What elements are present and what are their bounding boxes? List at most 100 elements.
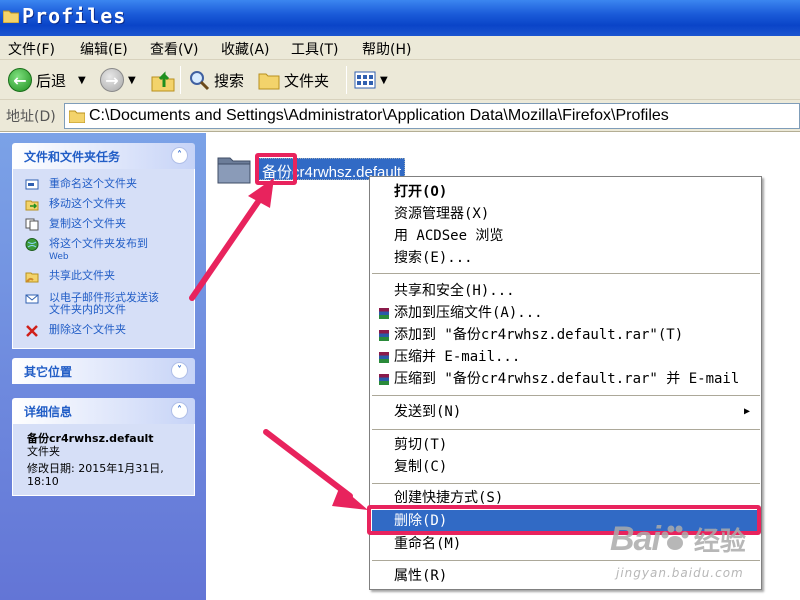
task-copy-folder[interactable]: 复制这个文件夹 xyxy=(13,215,194,235)
menu-compress-email[interactable]: 压缩并 E-mail... xyxy=(372,346,760,368)
folders-icon xyxy=(258,73,280,90)
back-label: 后退 xyxy=(36,71,67,90)
menu-send-to[interactable]: 发送到(N) ▶ xyxy=(372,401,760,423)
detail-name: 备份cr4rwhsz.default xyxy=(27,432,154,445)
window-title: Profiles xyxy=(22,4,127,28)
context-menu: 打开(O) 资源管理器(X) 用 ACDSee 浏览 搜索(E)... 共享和安… xyxy=(369,176,762,590)
menu-create-shortcut[interactable]: 创建快捷方式(S) xyxy=(372,487,760,509)
menu-copy[interactable]: 复制(C) xyxy=(372,456,760,478)
detail-type: 文件夹 xyxy=(27,445,60,458)
folder-icon[interactable] xyxy=(216,150,252,186)
back-arrow-icon: ← xyxy=(8,68,32,92)
menu-bar: 文件(F) 编辑(E) 查看(V) 收藏(A) 工具(T) 帮助(H) xyxy=(0,36,800,60)
menu-separator xyxy=(372,560,760,561)
copy-icon xyxy=(25,218,39,231)
menu-sharing-security[interactable]: 共享和安全(H)... xyxy=(372,280,760,302)
menu-open[interactable]: 打开(O) xyxy=(372,181,760,203)
collapse-chevron-icon[interactable]: ˄ xyxy=(171,402,188,419)
panel-header[interactable]: 其它位置 ˅ xyxy=(12,358,195,384)
task-share-folder[interactable]: 共享此文件夹 xyxy=(13,267,194,287)
menu-label: 添加到 "备份cr4rwhsz.default.rar"(T) xyxy=(394,327,684,343)
share-icon xyxy=(25,272,39,283)
search-button[interactable]: 搜索 xyxy=(188,65,244,95)
menu-edit[interactable]: 编辑(E) xyxy=(80,39,128,59)
task-rename-folder[interactable]: 重命名这个文件夹 xyxy=(13,175,194,195)
menu-add-to-rar[interactable]: 添加到 "备份cr4rwhsz.default.rar"(T) xyxy=(372,324,760,346)
menu-search[interactable]: 搜索(E)... xyxy=(372,247,760,269)
menu-tools[interactable]: 工具(T) xyxy=(291,39,338,59)
menu-help[interactable]: 帮助(H) xyxy=(362,39,411,59)
detail-modified: 修改日期: 2015年1月31日, xyxy=(27,462,164,475)
task-pane: 文件和文件夹任务 ˄ 重命名这个文件夹 移动这个文件夹 复制这个文件夹 将这个文… xyxy=(0,133,206,600)
menu-label: 压缩并 E-mail... xyxy=(394,349,521,365)
back-dropdown-icon[interactable]: ▼ xyxy=(78,75,86,86)
menu-cut[interactable]: 剪切(T) xyxy=(372,434,760,456)
menu-delete[interactable]: 删除(D) xyxy=(372,510,760,532)
forward-button[interactable]: → ▼ xyxy=(100,65,136,95)
menu-separator xyxy=(372,429,760,430)
title-bar: Profiles xyxy=(0,0,800,36)
task-publish-web[interactable]: 将这个文件夹发布到 Web xyxy=(13,235,194,265)
file-folder-tasks-panel: 文件和文件夹任务 ˄ 重命名这个文件夹 移动这个文件夹 复制这个文件夹 将这个文… xyxy=(12,143,195,349)
address-path[interactable]: C:\Documents and Settings\Administrator\… xyxy=(89,107,669,125)
menu-rename[interactable]: 重命名(M) xyxy=(372,533,760,555)
panel-header[interactable]: 详细信息 ˄ xyxy=(12,398,195,424)
panel-title: 其它位置 xyxy=(24,365,73,379)
details-panel: 详细信息 ˄ 备份cr4rwhsz.default 文件夹 修改日期: 2015… xyxy=(12,398,195,496)
panel-title: 文件和文件夹任务 xyxy=(24,150,121,164)
task-email-files[interactable]: 以电子邮件形式发送该 文件夹内的文件 xyxy=(13,289,194,319)
folders-button[interactable]: 文件夹 xyxy=(258,65,329,95)
folder-icon xyxy=(69,110,85,123)
panel-body: 备份cr4rwhsz.default 文件夹 修改日期: 2015年1月31日,… xyxy=(12,424,195,496)
task-label: 将这个文件夹发布到 xyxy=(49,237,148,250)
collapse-chevron-icon[interactable]: ˄ xyxy=(171,147,188,164)
other-places-panel: 其它位置 ˅ xyxy=(12,358,195,384)
address-field[interactable]: C:\Documents and Settings\Administrator\… xyxy=(64,103,800,129)
toolbar-separator xyxy=(346,66,347,94)
folder-icon xyxy=(3,10,19,23)
publish-web-icon xyxy=(25,238,39,251)
toolbar: ← 后退 ▼ → ▼ 搜索 文件夹 ▼ xyxy=(0,60,800,100)
search-icon xyxy=(190,71,210,91)
menu-properties[interactable]: 属性(R) xyxy=(372,565,760,587)
menu-label: 发送到(N) xyxy=(394,404,462,420)
expand-chevron-icon[interactable]: ˅ xyxy=(171,362,188,379)
task-label: 移动这个文件夹 xyxy=(49,197,126,210)
menu-explore[interactable]: 资源管理器(X) xyxy=(372,203,760,225)
detail-modified-time: 18:10 xyxy=(27,475,59,488)
toolbar-separator xyxy=(180,66,181,94)
task-label-line2: 文件夹内的文件 xyxy=(49,303,126,316)
task-label: 复制这个文件夹 xyxy=(49,217,126,230)
address-label: 地址(D) xyxy=(6,109,56,125)
menu-acdsee-browse[interactable]: 用 ACDSee 浏览 xyxy=(372,225,760,247)
panel-title: 详细信息 xyxy=(24,405,73,419)
address-bar: 地址(D) C:\Documents and Settings\Administ… xyxy=(0,100,800,132)
menu-separator xyxy=(372,395,760,396)
task-delete-folder[interactable]: 删除这个文件夹 xyxy=(13,321,194,341)
views-dropdown-icon[interactable]: ▼ xyxy=(380,75,388,86)
forward-arrow-icon: → xyxy=(100,68,124,92)
menu-file[interactable]: 文件(F) xyxy=(8,39,55,59)
task-label-line2: Web xyxy=(49,252,69,262)
task-label: 共享此文件夹 xyxy=(49,269,115,282)
menu-add-to-archive[interactable]: 添加到压缩文件(A)... xyxy=(372,302,760,324)
panel-header[interactable]: 文件和文件夹任务 ˄ xyxy=(12,143,195,169)
back-button[interactable]: ← 后退 ▼ xyxy=(8,65,86,95)
menu-separator xyxy=(372,483,760,484)
forward-dropdown-icon[interactable]: ▼ xyxy=(128,75,136,86)
folders-label: 文件夹 xyxy=(284,71,330,90)
views-icon xyxy=(354,71,376,89)
up-folder-icon xyxy=(151,71,175,92)
rename-icon xyxy=(25,179,39,190)
menu-view[interactable]: 查看(V) xyxy=(150,39,199,59)
views-button[interactable]: ▼ xyxy=(354,65,388,95)
menu-separator xyxy=(372,273,760,274)
menu-compress-rar-email[interactable]: 压缩到 "备份cr4rwhsz.default.rar" 并 E-mail xyxy=(372,368,760,390)
email-icon xyxy=(25,294,39,304)
task-label: 删除这个文件夹 xyxy=(49,323,126,336)
task-move-folder[interactable]: 移动这个文件夹 xyxy=(13,195,194,215)
submenu-arrow-icon: ▶ xyxy=(743,406,750,417)
up-folder-button[interactable] xyxy=(150,65,176,95)
menu-label: 压缩到 "备份cr4rwhsz.default.rar" 并 E-mail xyxy=(394,371,740,387)
menu-favorites[interactable]: 收藏(A) xyxy=(221,39,270,59)
